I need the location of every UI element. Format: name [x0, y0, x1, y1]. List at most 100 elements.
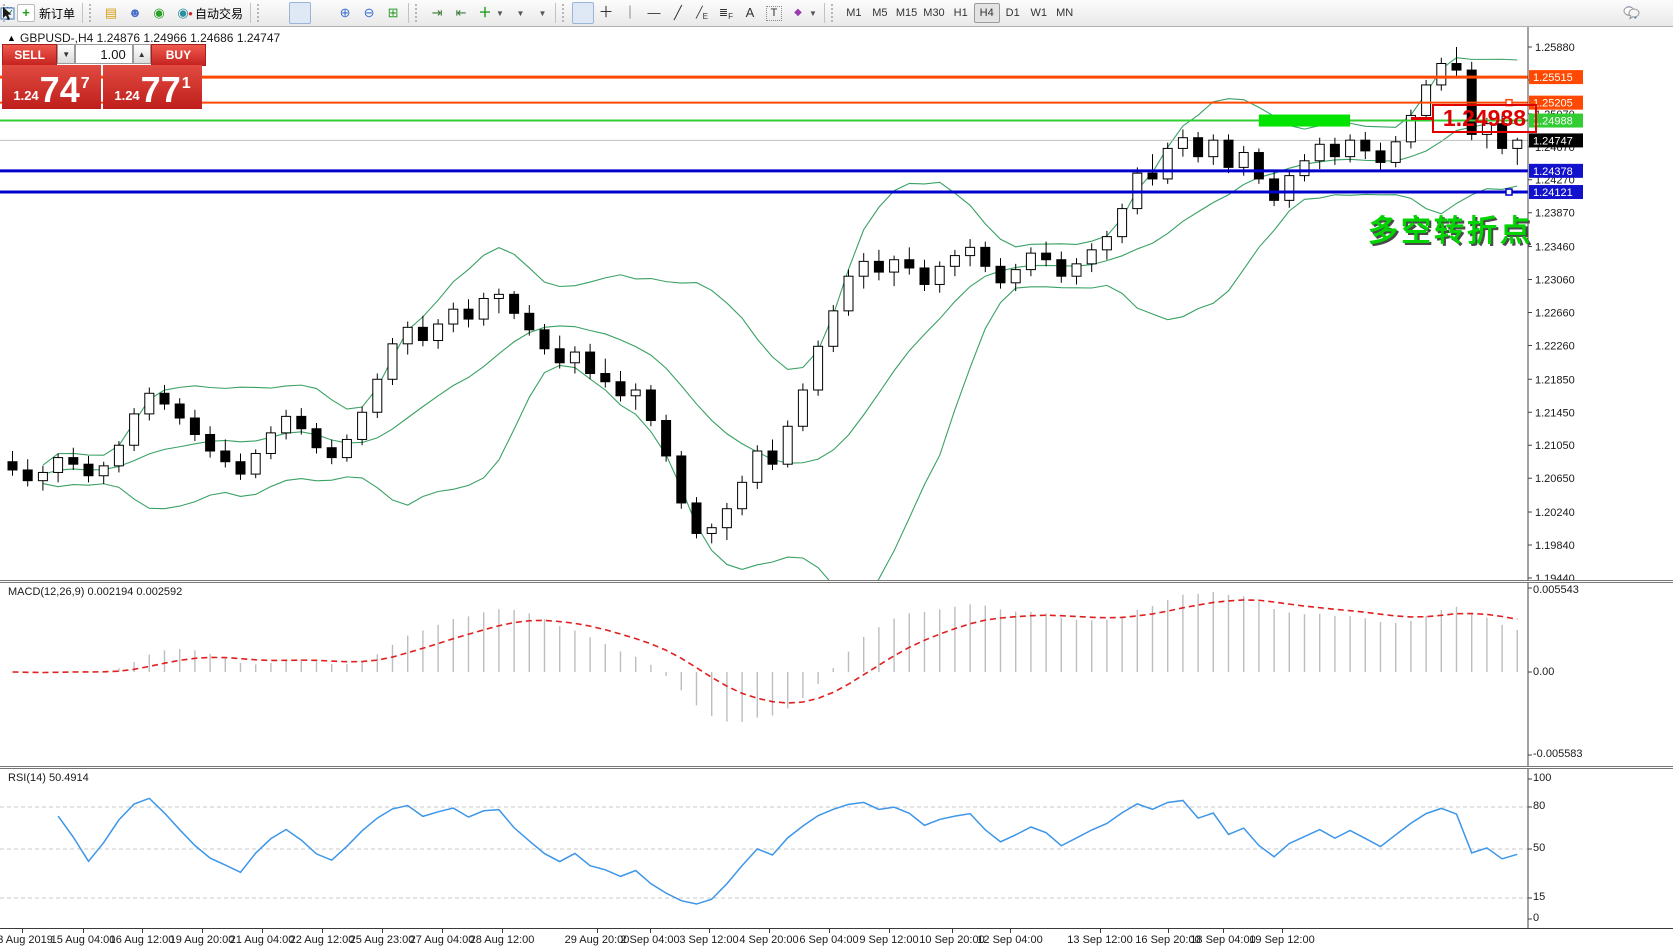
- candle-body[interactable]: [312, 429, 321, 448]
- timeframe-m15[interactable]: M15: [893, 3, 920, 23]
- candle-body[interactable]: [1391, 142, 1400, 163]
- candle-body[interactable]: [738, 482, 747, 508]
- volume-input[interactable]: 1.00: [75, 44, 132, 64]
- candle-body[interactable]: [434, 324, 443, 340]
- candle-body[interactable]: [905, 260, 914, 268]
- candle-body[interactable]: [1346, 140, 1355, 156]
- zoom-in-button[interactable]: ⊕: [333, 2, 357, 24]
- candle-body[interactable]: [662, 420, 671, 455]
- candle-body[interactable]: [1437, 63, 1446, 84]
- candle-body[interactable]: [23, 470, 32, 481]
- bar-chart-button[interactable]: [267, 2, 289, 24]
- candle-body[interactable]: [1285, 176, 1294, 201]
- candle-body[interactable]: [586, 352, 595, 373]
- candle-body[interactable]: [1224, 140, 1233, 167]
- candle-body[interactable]: [1178, 138, 1187, 149]
- timeframe-h4[interactable]: H4: [974, 3, 1000, 23]
- arrows-button[interactable]: ◆▼: [786, 2, 821, 24]
- chart-shift-button[interactable]: ⇤: [449, 2, 473, 24]
- panel-separator[interactable]: [0, 768, 1673, 769]
- candle-body[interactable]: [555, 349, 564, 363]
- vertical-line-button[interactable]: ｜: [618, 2, 642, 24]
- candle-body[interactable]: [1026, 253, 1035, 269]
- candle-body[interactable]: [722, 509, 731, 528]
- pivot-highlight-segment[interactable]: [1259, 115, 1350, 127]
- candle-body[interactable]: [1057, 260, 1066, 276]
- timeframe-d1[interactable]: D1: [1000, 3, 1026, 23]
- candle-body[interactable]: [874, 261, 883, 272]
- candle-body[interactable]: [768, 451, 777, 464]
- candle-body[interactable]: [1270, 179, 1279, 200]
- signals-button[interactable]: ◉: [147, 2, 171, 24]
- rsi-panel[interactable]: [0, 769, 1673, 928]
- toolbar-grip[interactable]: [415, 4, 422, 22]
- candle-body[interactable]: [190, 418, 199, 434]
- candle-body[interactable]: [297, 416, 306, 428]
- candle-body[interactable]: [525, 313, 534, 329]
- candle-body[interactable]: [1513, 140, 1522, 148]
- candle-body[interactable]: [1209, 140, 1218, 156]
- candle-body[interactable]: [981, 247, 990, 266]
- price-note-box[interactable]: 1.24988: [1432, 104, 1537, 133]
- new-order-button[interactable]: + 新订单: [13, 2, 79, 24]
- sell-button[interactable]: SELL: [2, 44, 57, 66]
- candle-body[interactable]: [1148, 173, 1157, 179]
- candle-body[interactable]: [1194, 138, 1203, 157]
- buy-button[interactable]: BUY: [151, 44, 206, 66]
- candle-body[interactable]: [282, 416, 291, 432]
- chat-button[interactable]: [1645, 1, 1667, 23]
- candle-body[interactable]: [692, 503, 701, 534]
- candle-body[interactable]: [251, 453, 260, 474]
- candle-body[interactable]: [479, 298, 488, 319]
- timeframe-mn[interactable]: MN: [1052, 3, 1078, 23]
- candle-body[interactable]: [1011, 270, 1020, 283]
- candle-body[interactable]: [753, 451, 762, 482]
- candle-body[interactable]: [464, 309, 473, 319]
- toolbar-grip[interactable]: [831, 4, 838, 22]
- candle-body[interactable]: [69, 458, 78, 465]
- text-label-button[interactable]: T: [762, 2, 786, 24]
- candle-body[interactable]: [616, 382, 625, 396]
- main-chart[interactable]: 1.258801.254801.250701.246701.242701.238…: [0, 26, 1673, 581]
- candle-body[interactable]: [540, 330, 549, 349]
- candle-body[interactable]: [920, 268, 929, 284]
- candle-body[interactable]: [373, 379, 382, 412]
- candle-body[interactable]: [1072, 264, 1081, 276]
- macd-panel[interactable]: [0, 583, 1673, 766]
- candle-body[interactable]: [707, 528, 716, 534]
- candle-body[interactable]: [1118, 209, 1127, 237]
- timeframe-m30[interactable]: M30: [920, 3, 947, 23]
- candle-body[interactable]: [327, 448, 336, 458]
- autotrading-button[interactable]: ◉● 自动交易: [171, 2, 247, 24]
- horizontal-line-button[interactable]: —: [642, 2, 666, 24]
- candle-body[interactable]: [935, 266, 944, 284]
- candle-body[interactable]: [160, 393, 169, 404]
- toolbar-grip[interactable]: [562, 4, 569, 22]
- candle-body[interactable]: [829, 311, 838, 346]
- candle-body[interactable]: [114, 445, 123, 466]
- timeframe-h1[interactable]: H1: [948, 3, 974, 23]
- sell-price-box[interactable]: 1.24 74 7: [2, 65, 101, 109]
- candle-body[interactable]: [783, 426, 792, 464]
- candle-body[interactable]: [1042, 253, 1051, 260]
- profile-button[interactable]: ☻: [123, 2, 147, 24]
- candle-body[interactable]: [221, 451, 230, 462]
- buy-price-box[interactable]: 1.24 77 1: [103, 65, 202, 109]
- candle-body[interactable]: [1102, 237, 1111, 250]
- candle-body[interactable]: [1422, 85, 1431, 116]
- zoom-out-button[interactable]: ⊖: [357, 2, 381, 24]
- candle-body[interactable]: [1361, 140, 1370, 151]
- volume-increase-button[interactable]: ▲: [133, 44, 151, 64]
- candle-body[interactable]: [814, 346, 823, 390]
- toolbar-grip[interactable]: [89, 4, 96, 22]
- candle-body[interactable]: [84, 464, 93, 476]
- candle-body[interactable]: [1300, 161, 1309, 176]
- candle-body[interactable]: [1163, 148, 1172, 179]
- candle-body[interactable]: [358, 412, 367, 439]
- candle-body[interactable]: [1376, 151, 1385, 163]
- candle-body[interactable]: [996, 266, 1005, 282]
- candle-body[interactable]: [1254, 153, 1263, 179]
- candle-body[interactable]: [890, 260, 899, 272]
- candle-body[interactable]: [601, 374, 610, 382]
- pivot-annotation[interactable]: 多空转折点: [1368, 206, 1533, 250]
